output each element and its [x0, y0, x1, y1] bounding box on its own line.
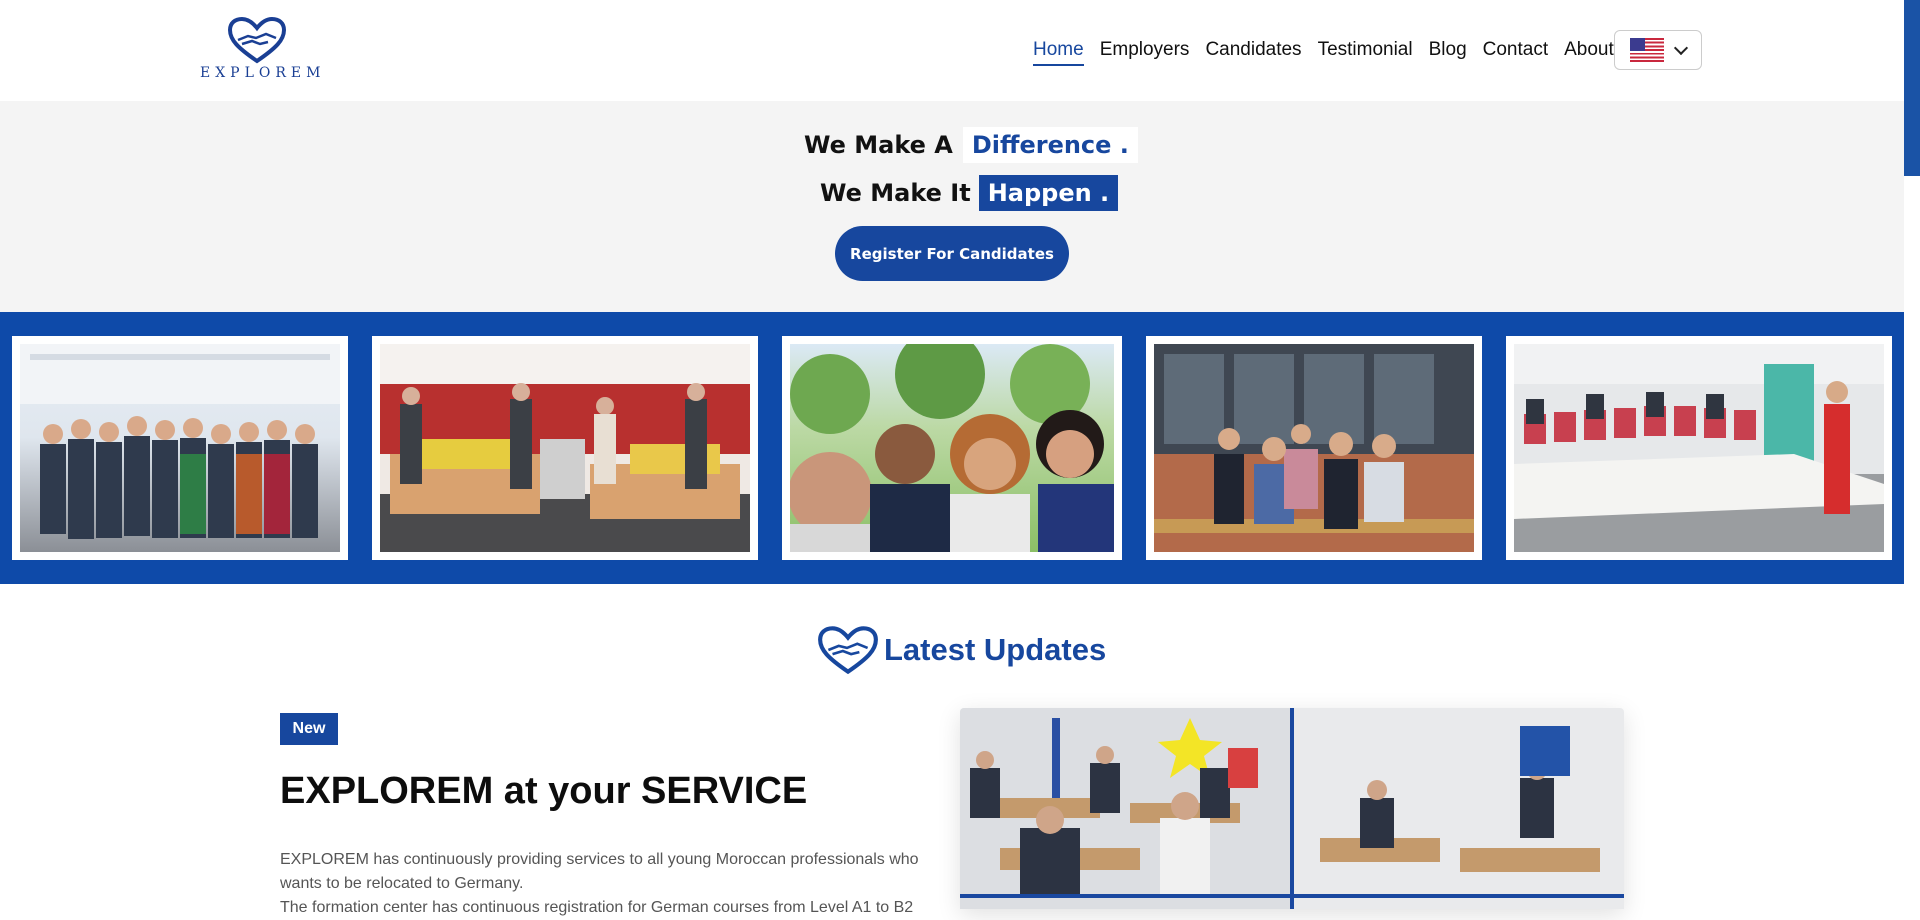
gallery-photo-nursing-room[interactable] [372, 336, 758, 560]
latest-updates-heading: Latest Updates [816, 620, 1106, 680]
hero-happen-highlight: Happen . [978, 175, 1119, 211]
nursing-room-image [380, 344, 750, 552]
service-classroom-collage[interactable] [960, 708, 1624, 909]
language-selector[interactable] [1614, 30, 1702, 70]
latest-updates-title: Latest Updates [884, 632, 1107, 667]
chevron-down-icon [1673, 40, 1689, 55]
register-candidates-button[interactable]: Register For Candidates [835, 226, 1069, 281]
explorem-logo[interactable]: EXPLOREM [200, 16, 326, 86]
hero-line-1: We Make A Difference . [804, 125, 1138, 165]
nav-about[interactable]: About [1564, 28, 1614, 72]
gallery-photo-classroom[interactable] [1506, 336, 1892, 560]
nav-contact[interactable]: Contact [1483, 28, 1548, 72]
service-description: EXPLOREM has continuously providing serv… [280, 848, 940, 920]
selfie-image [790, 344, 1114, 552]
nav-testimonial[interactable]: Testimonial [1318, 28, 1413, 72]
bench-group-image [1154, 344, 1474, 552]
gallery-photo-group-hall[interactable] [12, 336, 348, 560]
nav-employers[interactable]: Employers [1100, 28, 1190, 72]
logo-text: EXPLOREM [200, 65, 326, 81]
gallery-photo-selfie[interactable] [782, 336, 1122, 560]
us-flag-icon [1630, 38, 1664, 62]
new-badge: New [280, 713, 338, 745]
nav-home[interactable]: Home [1033, 28, 1084, 72]
service-paragraph-2: The formation center has continuous regi… [280, 899, 914, 916]
hero-line-2-text: We Make It [820, 179, 971, 207]
page-scrollbar-thumb[interactable] [1904, 0, 1920, 176]
service-title: EXPLOREM at your SERVICE [280, 770, 808, 812]
classroom-collage-image [960, 708, 1624, 909]
classroom-image [1514, 344, 1884, 552]
service-paragraph-1: EXPLOREM has continuously providing serv… [280, 851, 919, 892]
photo-gallery [0, 312, 1904, 584]
nav-blog[interactable]: Blog [1429, 28, 1467, 72]
gallery-photo-bench-group[interactable] [1146, 336, 1482, 560]
main-nav: Home Employers Candidates Testimonial Bl… [1033, 28, 1630, 72]
heart-handshake-icon [227, 16, 287, 64]
hero-line-2: We Make It Happen . [820, 173, 1119, 213]
hero-difference-highlight: Difference . [962, 127, 1138, 163]
group-photo-image [20, 344, 340, 539]
heart-handshake-icon [818, 626, 878, 675]
nav-candidates[interactable]: Candidates [1205, 28, 1301, 72]
hero-line-1-text: We Make A [804, 131, 953, 159]
site-header: EXPLOREM Home Employers Candidates Testi… [0, 0, 1920, 101]
hero-section: We Make A Difference . We Make It Happen… [0, 101, 1904, 312]
